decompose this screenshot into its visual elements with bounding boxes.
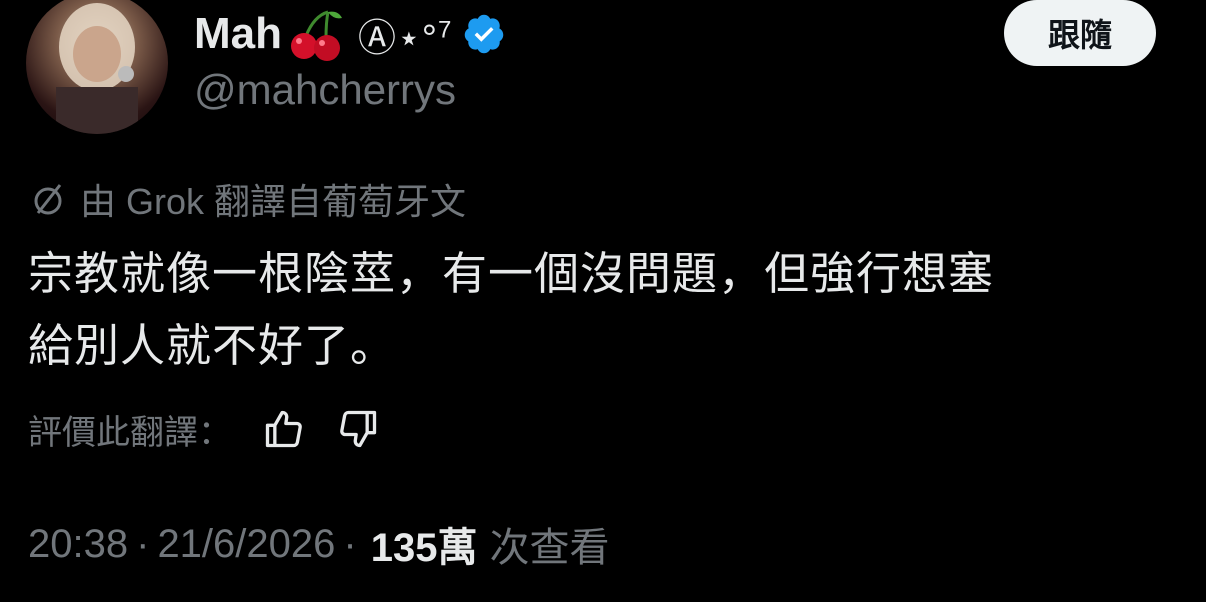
translation-info: 由 Grok 翻譯自葡萄牙文 [28,172,466,226]
tweet-text: 宗教就像一根陰莖，有一個沒問題，但強行想塞 給別人就不好了。 [28,238,1188,382]
meta-separator: · [136,521,150,566]
tweet-meta: 20:38 · 21/6/2026 · 135萬 次查看 [28,515,610,573]
translation-label: 由 Grok 翻譯自葡萄牙文 [80,181,467,222]
grok-icon [34,184,62,215]
tweet-date[interactable]: 21/6/2026 [157,522,335,567]
tweet-line-1: 宗教就像一根陰莖，有一個沒問題，但強行想塞 [28,248,995,299]
views-label: 次查看 [489,526,610,570]
display-name[interactable]: Mah [194,9,282,59]
author-handle[interactable]: @mahcherrys [194,66,456,114]
tweet-time[interactable]: 20:38 [28,522,128,567]
rate-label: 評價此翻譯： [28,413,232,452]
thumbs-up-icon[interactable] [262,407,306,451]
cherry-icon [291,10,342,61]
views-count[interactable]: 135萬 [371,515,478,573]
author-name-row[interactable]: Mah Ⓐ⋆°7 [194,4,506,64]
thumbs-down-icon[interactable] [336,407,380,451]
meta-separator: · [343,521,357,566]
verified-badge-icon [465,14,504,54]
follow-button[interactable]: 跟隨 [1004,0,1156,66]
name-suffix: Ⓐ⋆°7 [358,15,453,60]
rate-translation: 評價此翻譯： [28,404,380,454]
tweet-line-2: 給別人就不好了。 [28,320,397,371]
avatar[interactable] [26,0,168,134]
